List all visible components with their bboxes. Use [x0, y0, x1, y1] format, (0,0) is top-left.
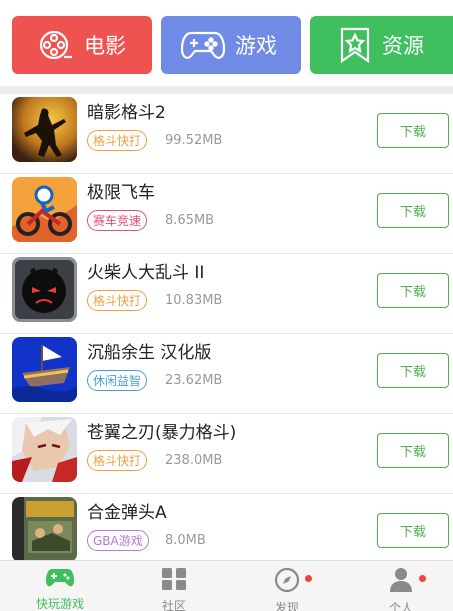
- list-item[interactable]: 苍翼之刃(暴力格斗) 格斗快打 238.0MB 下载: [0, 414, 453, 494]
- nav-tab-discover[interactable]: 发现: [247, 567, 327, 611]
- person-icon: [389, 567, 413, 597]
- list-item[interactable]: 合金弹头A GBA游戏 8.0MB 下载: [0, 494, 453, 560]
- nav-tab-profile[interactable]: 个人: [361, 567, 441, 611]
- nav-tab-label: 社区: [161, 599, 186, 611]
- app-icon-shipwreck: [12, 337, 77, 402]
- notification-badge: [305, 575, 312, 582]
- gamepad-icon: [45, 567, 75, 593]
- app-category-tag: 休闲益智: [87, 370, 148, 391]
- category-movie-label: 电影: [84, 34, 126, 58]
- compass-icon: [274, 567, 300, 597]
- app-category-tag: GBA游戏: [87, 530, 149, 551]
- bookmark-star-icon: [338, 27, 372, 63]
- app-icon-stickman-brawl: [12, 257, 77, 322]
- download-button[interactable]: 下载: [377, 273, 449, 308]
- download-button[interactable]: 下载: [377, 513, 449, 548]
- notification-badge: [419, 575, 426, 582]
- app-category-tag: 赛车竞速: [87, 210, 148, 231]
- nav-tab-label: 个人: [388, 601, 413, 611]
- app-icon-extreme-racing: [12, 177, 77, 242]
- app-size: 238.0MB: [165, 453, 223, 468]
- app-size: 23.62MB: [165, 373, 223, 388]
- category-resource-button[interactable]: 资源: [310, 16, 453, 74]
- download-button[interactable]: 下载: [377, 193, 449, 228]
- app-category-tag: 格斗快打: [87, 290, 148, 311]
- film-reel-icon: [38, 27, 74, 63]
- download-button[interactable]: 下载: [377, 113, 449, 148]
- nav-tab-label: 快玩游戏: [35, 597, 84, 611]
- app-icon-blade-wing: [12, 417, 77, 482]
- category-movie-button[interactable]: 电影: [12, 16, 152, 74]
- list-item[interactable]: 火柴人大乱斗 II 格斗快打 10.83MB 下载: [0, 254, 453, 334]
- section-divider: [0, 86, 453, 94]
- category-game-button[interactable]: 游戏: [161, 16, 301, 74]
- list-item[interactable]: 极限飞车 赛车竞速 8.65MB 下载: [0, 174, 453, 254]
- category-game-label: 游戏: [235, 34, 277, 58]
- download-button[interactable]: 下载: [377, 433, 449, 468]
- app-name: 合金弹头A: [87, 503, 167, 523]
- app-name: 火柴人大乱斗 II: [87, 263, 205, 283]
- nav-tab-community[interactable]: 社区: [134, 567, 214, 611]
- app-size: 10.83MB: [165, 293, 223, 308]
- list-item[interactable]: 沉船余生 汉化版 休闲益智 23.62MB 下载: [0, 334, 453, 414]
- nav-tab-play[interactable]: 快玩游戏: [20, 567, 100, 611]
- app-category-tag: 格斗快打: [87, 130, 148, 151]
- app-icon-shadow-fight: [12, 97, 77, 162]
- app-list: 暗影格斗2 格斗快打 99.52MB 下载 极限飞车 赛车竞速 8.65MB 下…: [0, 94, 453, 560]
- app-name: 沉船余生 汉化版: [87, 343, 212, 363]
- gamepad-icon: [181, 29, 225, 61]
- nav-tab-label: 发现: [274, 601, 299, 611]
- app-size: 99.52MB: [165, 133, 223, 148]
- app-name: 暗影格斗2: [87, 103, 166, 123]
- app-size: 8.65MB: [165, 213, 215, 228]
- bottom-nav: 快玩游戏 社区 发现 个人: [0, 560, 453, 611]
- list-item[interactable]: 暗影格斗2 格斗快打 99.52MB 下载: [0, 94, 453, 174]
- category-resource-label: 资源: [382, 34, 424, 58]
- app-name: 极限飞车: [87, 183, 155, 203]
- app-icon-metal-slug: [12, 497, 77, 560]
- app-name: 苍翼之刃(暴力格斗): [87, 423, 237, 443]
- app-category-tag: 格斗快打: [87, 450, 148, 471]
- category-bar: 电影 游戏 资源: [0, 0, 453, 90]
- grid-icon: [161, 567, 187, 595]
- download-button[interactable]: 下载: [377, 353, 449, 388]
- app-size: 8.0MB: [165, 533, 206, 548]
